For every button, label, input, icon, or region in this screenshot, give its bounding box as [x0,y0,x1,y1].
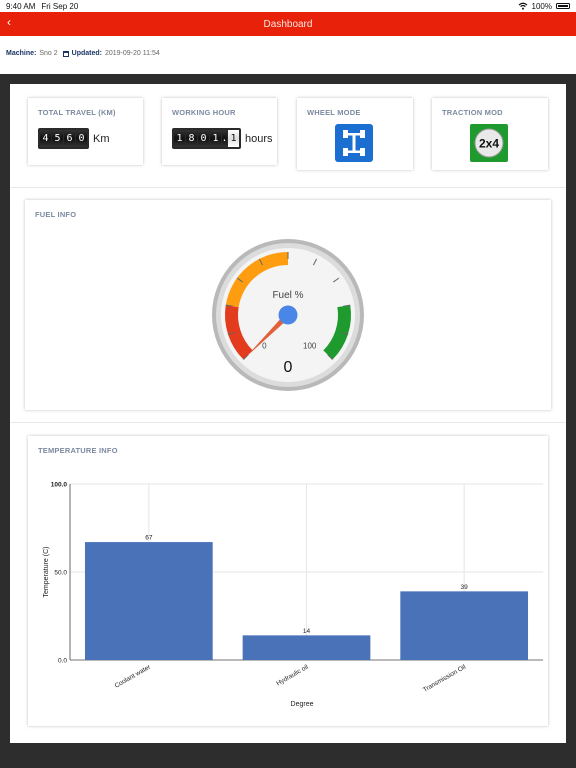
machine-label: Machine: [6,50,37,57]
chart-y-tick-label: 100.0 [51,482,68,489]
chart-x-tick-label: Hydraulic oil [275,663,310,687]
chart-bar [84,542,213,660]
chart-y-tick-label: 0.0 [58,658,67,665]
odometer-digit: 5 [52,130,63,147]
chart-x-tick-label: Coolant water [114,663,153,690]
odometer-digit: 1 [210,130,221,147]
chart-bar [400,591,529,660]
working-hour-unit: hours [245,132,273,145]
traction-mode-card: TRACTION MOD 2x4 [432,98,548,170]
wifi-icon [518,2,527,10]
status-date: Fri Sep 20 [41,1,79,11]
odometer-fraction-digit: 1 [228,130,239,147]
fuel-gauge: Fuel % 0 100 0 [212,239,364,391]
odometer-digit: 8 [186,130,197,147]
total-travel-card: TOTAL TRAVEL (KM) 4 5 6 0 Km [28,98,143,165]
working-hour-card: WORKING HOUR 1 8 0 1 . 1 hours [162,98,277,165]
updated-value: 2019-09-20 11:54 [104,50,160,57]
chart-x-tick-label: Transmission Oil [422,663,468,693]
chart-data-label: 67 [145,535,153,542]
odometer-digit: 1 [174,130,185,147]
wheel-mode-card: WHEEL MODE [297,98,413,170]
traction-mode-icon: 2x4 [470,124,508,162]
temperature-card: TEMPERATURE INFO 67 14 39 0.0 50.0 100.0 Coo… [28,436,548,726]
status-time: 9:40 AM [6,1,36,11]
section-divider [10,422,566,423]
chart-x-ticks: Coolant water Hydraulic oil Transmission O… [114,663,468,694]
fuel-card: FUEL INFO Fuel % 0 100 0 [25,200,551,410]
chart-y-ticks: 0.0 50.0 100.0 [51,482,68,665]
nav-bar: ‹ Dashboard [0,12,576,36]
chart-data-label: 39 [461,584,469,591]
odometer-dot: . [221,130,228,147]
temperature-chart: 67 14 39 0.0 50.0 100.0 Coolant water Hydraul… [43,482,543,708]
gauge-max-label: 100 [303,342,317,351]
calendar-icon [62,50,69,57]
gauge-min-label: 0 [262,342,267,351]
gauge-value: 0 [284,359,293,376]
status-bar: 9:40 AM Fri Sep 20 100% [0,0,576,12]
wheel-mode-label: WHEEL MODE [307,108,361,117]
chart-y-tick-label: 50.0 [54,570,67,577]
page-title: Dashboard [263,18,313,30]
dashboard-canvas: TOTAL TRAVEL (KM) 4 5 6 0 Km WORKING HOU… [10,84,566,743]
working-hour-label: WORKING HOUR [172,108,236,117]
odometer-digit: 0 [76,130,87,147]
battery-icon [556,3,570,9]
chart-data-label: 14 [303,628,311,635]
section-divider [10,187,566,188]
machine-info: Machine: Sno 2 Updated: 2019-09-20 11:54 [6,50,160,57]
odometer-digit: 4 [40,130,51,147]
odometer-digit: 0 [198,130,209,147]
working-hour-odometer: 1 8 0 1 . 1 hours [172,128,273,149]
back-button[interactable]: ‹ [7,15,11,29]
odometer-digit: 6 [64,130,75,147]
gauge-hub [278,305,298,325]
traction-mode-label: TRACTION MOD [442,108,503,117]
machine-value: Sno 2 [39,50,58,57]
chart-bar [242,635,371,660]
total-travel-odometer: 4 5 6 0 Km [38,128,110,149]
updated-label: Updated: [71,50,102,57]
wheel-mode-icon [335,124,373,162]
battery-percent: 100% [531,1,552,11]
total-travel-label: TOTAL TRAVEL (KM) [38,108,116,117]
chart-y-label: Temperature (C) [43,547,50,598]
gauge-title: Fuel % [272,290,303,301]
traction-mode-text: 2x4 [479,137,499,151]
total-travel-unit: Km [93,132,110,145]
chart-x-label: Degree [291,701,314,708]
